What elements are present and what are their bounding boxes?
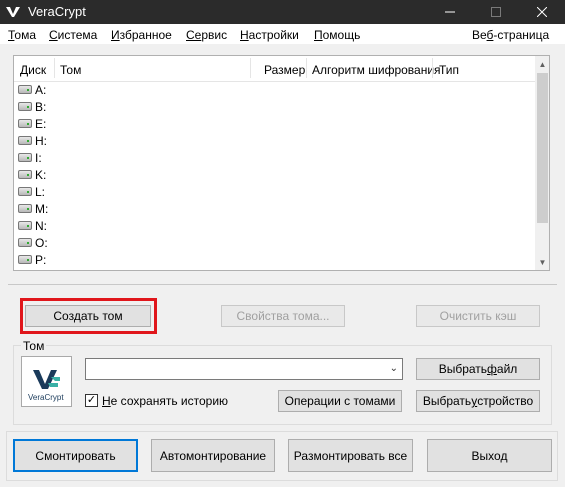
volume-group	[13, 345, 552, 425]
scroll-down-icon[interactable]: ▼	[535, 254, 549, 270]
drive-row[interactable]: M:	[18, 200, 48, 217]
drive-row[interactable]: P:	[18, 251, 46, 268]
drive-row[interactable]: K:	[18, 166, 46, 183]
title-bar: VeraCrypt	[0, 0, 565, 24]
column-separator	[250, 58, 251, 78]
menu-help[interactable]: Помощь	[314, 28, 360, 42]
wipe-cache-button[interactable]: Очистить кэш	[416, 305, 540, 327]
column-encryption-algorithm[interactable]: Алгоритм шифрования	[312, 63, 441, 77]
drive-letter: M:	[35, 201, 49, 216]
never-save-history-label[interactable]: Не сохранять историю	[102, 394, 228, 408]
close-button[interactable]	[519, 0, 565, 24]
drive-list-header: Диск Том Размер Алгоритм шифрования Тип	[14, 56, 535, 82]
drive-row[interactable]: E:	[18, 115, 46, 132]
drive-icon	[18, 255, 32, 264]
drive-icon	[18, 204, 32, 213]
menu-tools[interactable]: Сервис	[186, 28, 227, 42]
select-device-button[interactable]: Выбрать у стройство	[416, 390, 540, 412]
volume-group-label: Том	[21, 339, 47, 353]
column-separator	[432, 58, 433, 78]
section-divider	[8, 284, 557, 285]
exit-button[interactable]: Выход	[427, 439, 552, 472]
menu-volumes[interactable]: Тома	[8, 28, 36, 42]
maximize-icon	[491, 7, 501, 17]
logo-text: VeraCrypt	[28, 393, 64, 402]
drive-row[interactable]: A:	[18, 81, 46, 98]
drive-icon	[18, 221, 32, 230]
drive-icon	[18, 238, 32, 247]
drive-icon	[18, 153, 32, 162]
create-volume-button[interactable]: Создать том	[25, 305, 151, 327]
minimize-button[interactable]	[427, 0, 473, 24]
close-icon	[537, 7, 547, 17]
menu-homepage[interactable]: Веб-страница	[472, 28, 549, 42]
drive-letter: B:	[35, 99, 47, 114]
column-size[interactable]: Размер	[264, 63, 305, 77]
select-file-button[interactable]: Выбрать ф айл	[416, 358, 540, 380]
column-separator	[54, 58, 55, 78]
column-type[interactable]: Тип	[439, 63, 459, 77]
drive-letter: A:	[35, 82, 47, 97]
drive-row[interactable]: B:	[18, 98, 46, 115]
menu-system[interactable]: Система	[49, 28, 97, 42]
drive-row[interactable]: O:	[18, 234, 48, 251]
menu-favorites[interactable]: Избранное	[111, 28, 172, 42]
automount-button[interactable]: Автомонтирование	[151, 439, 275, 472]
drive-list-scrollbar[interactable]: ▲ ▼	[535, 56, 549, 270]
veracrypt-logo: VeraCrypt	[21, 356, 72, 407]
window-title: VeraCrypt	[28, 4, 86, 19]
drive-row[interactable]: H:	[18, 132, 47, 149]
drive-letter: I:	[35, 150, 42, 165]
drive-row[interactable]: I:	[18, 149, 42, 166]
menu-bar: Тома Система Избранное Сервис Настройки …	[0, 24, 565, 44]
menu-settings[interactable]: Настройки	[240, 28, 299, 42]
chevron-down-icon[interactable]: ⌄	[390, 363, 398, 374]
drive-icon	[18, 119, 32, 128]
drive-icon	[18, 102, 32, 111]
drive-icon	[18, 136, 32, 145]
volume-path-combobox[interactable]: ⌄	[85, 358, 403, 380]
drive-icon	[18, 170, 32, 179]
scrollbar-thumb[interactable]	[537, 73, 548, 223]
drive-letter: E:	[35, 116, 47, 131]
drive-letter: N:	[35, 218, 47, 233]
veracrypt-app-icon	[6, 7, 20, 17]
drive-list[interactable]: Диск Том Размер Алгоритм шифрования Тип …	[13, 55, 550, 271]
volume-tools-button[interactable]: Операции с томами	[278, 390, 402, 412]
drive-letter: O:	[35, 235, 48, 250]
drive-row[interactable]: N:	[18, 217, 47, 234]
dismount-all-button[interactable]: Размонтировать все	[288, 439, 413, 472]
column-drive[interactable]: Диск	[20, 63, 46, 77]
scroll-up-icon[interactable]: ▲	[535, 56, 549, 72]
drive-icon	[18, 85, 32, 94]
drive-letter: P:	[35, 252, 47, 267]
drive-row[interactable]: L:	[18, 183, 45, 200]
drive-icon	[18, 187, 32, 196]
minimize-icon	[445, 11, 455, 13]
maximize-button[interactable]	[473, 0, 519, 24]
drive-letter: K:	[35, 167, 47, 182]
drive-letter: L:	[35, 184, 46, 199]
never-save-history-checkbox[interactable]: ✓	[85, 394, 98, 407]
column-separator	[306, 58, 307, 78]
column-volume[interactable]: Том	[60, 63, 81, 77]
mount-button[interactable]: Смонтировать	[13, 439, 138, 472]
volume-properties-button[interactable]: Свойства тома...	[221, 305, 345, 327]
drive-letter: H:	[35, 133, 47, 148]
